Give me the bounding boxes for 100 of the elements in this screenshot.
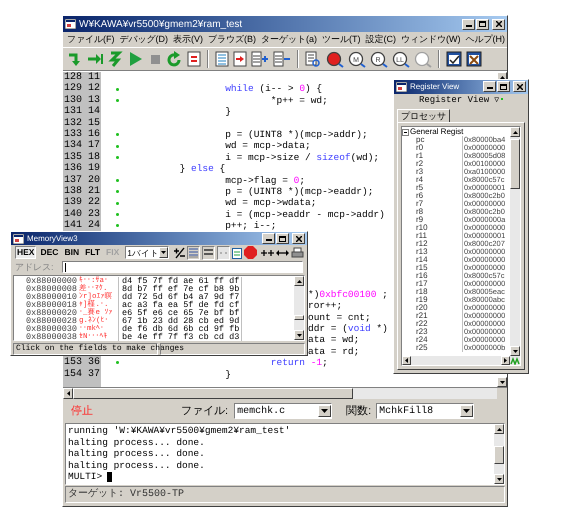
format-button[interactable]: DEC — [38, 246, 60, 260]
close-button[interactable] — [513, 81, 526, 92]
vertical-scrollbar[interactable] — [294, 276, 304, 340]
clipboard-icon[interactable] — [232, 246, 242, 259]
memory-bytes: ac a3 fa ea 5f de fd cf — [119, 301, 242, 309]
maximize-button[interactable] — [497, 81, 510, 92]
file-select[interactable]: memchk.c — [234, 403, 332, 419]
menu-item[interactable]: ツール(T) — [320, 32, 362, 46]
menu-item[interactable]: 設定(C) — [364, 32, 398, 46]
scroll-thumb[interactable] — [494, 446, 504, 464]
code-line: *p++ = wd; — [270, 94, 328, 106]
memory-address: 0x88000020 — [25, 309, 76, 317]
resize-grip-icon[interactable] — [510, 356, 520, 365]
register-name: r9 — [415, 216, 424, 224]
magnifier-icon[interactable] — [326, 50, 344, 68]
format-button[interactable]: FLT — [83, 246, 102, 260]
scroll-left-icon — [403, 357, 410, 364]
list-plus-icon[interactable] — [251, 51, 269, 67]
hex-view-icon[interactable] — [188, 247, 199, 258]
maximize-button[interactable] — [276, 233, 289, 244]
code-line: } — [224, 368, 231, 380]
function-select[interactable]: MchkFill8 — [376, 403, 474, 419]
address-field[interactable] — [62, 261, 303, 274]
maximize-icon — [479, 21, 486, 27]
code-line: p = (UINT8 *)(mcp->addr); — [224, 129, 368, 140]
horizontal-scrollbar[interactable] — [63, 388, 497, 399]
function-label: 関数: — [346, 404, 372, 419]
register-name: r17 — [415, 280, 429, 288]
scroll-down-icon — [500, 380, 504, 384]
memory-bytes: dd 72 5d 6f b4 a7 9d f7 — [119, 293, 242, 301]
register-name: r5 — [415, 184, 424, 192]
unit-select[interactable]: 1バイト — [125, 246, 169, 260]
line-number: 133 16 — [64, 129, 100, 140]
app-icon — [65, 19, 76, 29]
code-line: p = (UINT8 *)(mcp->eaddr); — [224, 186, 374, 198]
register-name: r2 — [415, 160, 424, 168]
line-number: 141 24 — [64, 220, 100, 232]
list-minus-icon[interactable] — [273, 51, 291, 67]
menu-item[interactable]: ヘルプ(H) — [464, 32, 507, 46]
menu-item[interactable]: ターゲット(a) — [259, 32, 319, 46]
scroll-up-icon — [512, 130, 518, 134]
status-text: ターゲット: Vr5500-TP — [68, 487, 184, 502]
scroll-thumb[interactable] — [73, 388, 353, 399]
code-line: i = mcp->size / sizeof(wd); — [224, 152, 380, 164]
format-button[interactable]: BIN — [62, 246, 82, 260]
line-number: 153 36 — [64, 357, 100, 368]
line-number: 130 13 — [64, 94, 100, 106]
memory-address: 0x88000010 — [25, 293, 76, 301]
maximize-icon — [500, 84, 507, 90]
memory-bytes: d4 f5 7f fd ae 61 ff df — [119, 277, 242, 285]
vertical-scrollbar[interactable] — [510, 127, 520, 356]
minimize-button[interactable] — [262, 233, 275, 244]
scroll-thumb[interactable] — [510, 139, 520, 189]
register-name: r22 — [415, 320, 429, 328]
app-icon — [13, 234, 24, 244]
double-arrow-icon[interactable] — [276, 248, 289, 257]
menu-item[interactable]: 表示(V) — [171, 32, 205, 46]
close-button[interactable] — [492, 18, 505, 30]
document-search-icon[interactable] — [305, 50, 322, 68]
line-number: 140 23 — [64, 208, 100, 220]
app-icon — [396, 82, 407, 92]
window-check-icon[interactable] — [446, 51, 462, 67]
scroll-right-icon — [502, 357, 509, 364]
menu-item[interactable]: ウィンドウ(W) — [399, 32, 462, 46]
collapse-icon[interactable] — [402, 128, 409, 136]
printer-icon[interactable] — [291, 246, 304, 259]
minimize-button[interactable] — [462, 18, 475, 30]
double-cross-icon[interactable] — [261, 248, 274, 257]
register-name: r24 — [415, 336, 429, 344]
scroll-down-button[interactable] — [497, 377, 507, 387]
register-name: r11 — [415, 232, 428, 240]
memory-bytes: e6 5f e6 ce 65 7e bf bf — [119, 309, 242, 317]
line-number: 129 12 — [64, 83, 100, 94]
scroll-up-icon — [296, 280, 302, 282]
register-name: r1 — [415, 152, 424, 160]
minimize-button[interactable] — [483, 81, 496, 92]
tab[interactable]: プロセッサ — [397, 109, 450, 122]
maximize-button[interactable] — [476, 18, 489, 30]
menu-button[interactable]: ▽ — [494, 95, 500, 107]
list-document-icon[interactable] — [215, 51, 229, 67]
window-title: Register View — [410, 80, 460, 93]
document-arrows-icon[interactable] — [187, 51, 201, 67]
format-button[interactable]: HEX — [15, 246, 36, 260]
memory-bytes: de f6 db 6d 6b cd 9f fb — [119, 325, 242, 333]
memory-bytes: 67 1b 23 dd 28 cb ed 9d — [119, 317, 242, 325]
close-button[interactable] — [292, 233, 305, 244]
register-name: r25 — [415, 344, 429, 352]
window-tools-icon[interactable] — [466, 51, 482, 67]
plus-minus-icon[interactable] — [173, 246, 185, 259]
line-number: 154 37 — [64, 368, 100, 380]
register-name: r23 — [415, 328, 429, 336]
menu-item[interactable]: ファイル(F) — [65, 32, 116, 46]
vertical-scrollbar[interactable] — [494, 424, 504, 484]
menu-item[interactable]: ブラウズ(B) — [206, 32, 258, 46]
register-name: r8 — [415, 208, 424, 216]
menu-item[interactable]: デバッグ(D) — [118, 32, 170, 46]
scroll-thumb[interactable] — [294, 315, 304, 320]
code-line: ror++; — [308, 300, 342, 312]
address-label: アドレス: — [15, 260, 54, 274]
maximize-icon — [279, 236, 286, 242]
